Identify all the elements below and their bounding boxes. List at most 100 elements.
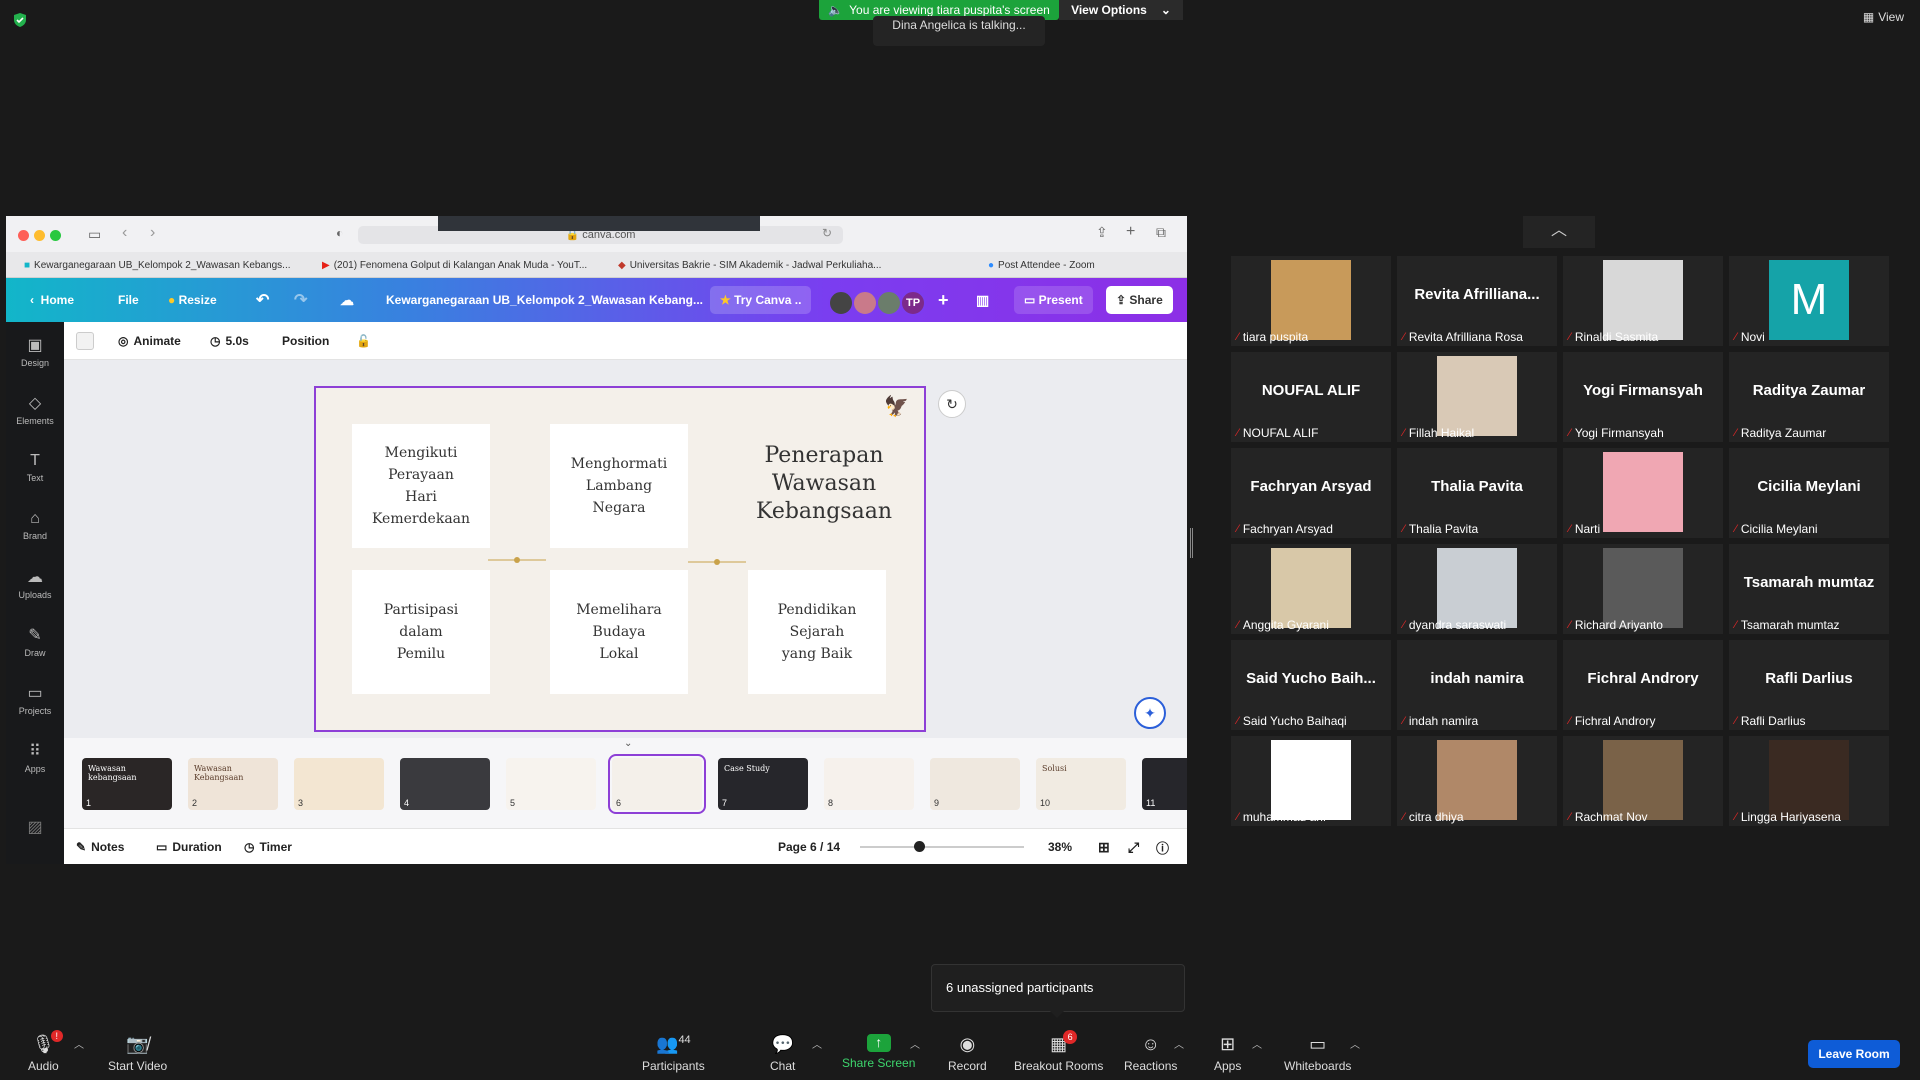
participant-tile[interactable]: Raditya Zaumar ⁄ Raditya Zaumar — [1729, 352, 1889, 442]
timer-button[interactable]: ◷ Timer — [244, 829, 292, 864]
page-thumbnail[interactable]: 8 — [824, 758, 914, 810]
sidebar-item-elements[interactable]: ◇ Elements — [6, 384, 64, 434]
collaborator-avatar[interactable] — [876, 290, 902, 316]
help-icon[interactable]: ⓘ — [1156, 829, 1169, 864]
sidebar-item-text[interactable]: T Text — [6, 442, 64, 492]
regenerate-icon[interactable]: ↻ — [938, 390, 966, 418]
participant-tile[interactable]: Said Yucho Baih... ⁄ Said Yucho Baihaqi — [1231, 640, 1391, 730]
page-thumbnail[interactable]: 4 — [400, 758, 490, 810]
zoom-level[interactable]: 38% — [1048, 829, 1072, 864]
cloud-save-icon[interactable]: ☁ — [340, 278, 354, 322]
home-button[interactable]: ‹ Home — [30, 278, 74, 322]
collaborator-avatar[interactable] — [852, 290, 878, 316]
participant-tile[interactable]: ⁄ Rinaldi Sasmita — [1563, 256, 1723, 346]
collaborator-avatar-tp[interactable]: TP — [900, 290, 926, 316]
page-thumbnail[interactable]: 11 — [1142, 758, 1187, 810]
split-divider[interactable] — [1190, 528, 1193, 558]
slide-card[interactable]: Memelihara Budaya Lokal — [550, 570, 688, 694]
sidebar-item-projects[interactable]: ▭ Projects — [6, 674, 64, 724]
participants-button[interactable]: 👥44 Participants — [642, 1034, 705, 1073]
page-thumbnail[interactable]: Solusi 10 — [1036, 758, 1126, 810]
zoom-slider-handle[interactable] — [914, 841, 925, 852]
page-thumbnail[interactable]: 6 — [608, 754, 706, 814]
resize-button[interactable]: ● Resize — [168, 278, 217, 322]
share-screen-button[interactable]: ↑ Share Screen — [842, 1034, 915, 1070]
participant-tile[interactable]: ⁄ dyandra saraswati — [1397, 544, 1557, 634]
participant-tile[interactable]: ⁄ tiara puspita — [1231, 256, 1391, 346]
fullscreen-icon[interactable]: ⤢ — [1128, 829, 1139, 864]
tab-overview-icon[interactable]: ⧉ — [1156, 224, 1166, 241]
notes-button[interactable]: ✎ Notes — [76, 829, 124, 864]
chat-button[interactable]: 💬 Chat — [770, 1034, 795, 1073]
position-button[interactable]: Position — [282, 322, 329, 360]
browser-tab-bakrie[interactable]: ◆ Universitas Bakrie - SIM Akademik - Jad… — [618, 256, 881, 274]
browser-tab-zoom[interactable]: ● Post Attendee - Zoom — [988, 256, 1095, 274]
slide-card[interactable]: Partisipasi dalam Pemilu — [352, 570, 490, 694]
insights-chart-icon[interactable]: ▥ — [976, 278, 989, 322]
participant-tile[interactable]: Rafli Darlius ⁄ Rafli Darlius — [1729, 640, 1889, 730]
page-thumbnail[interactable]: 5 — [506, 758, 596, 810]
file-menu-button[interactable]: File — [118, 278, 139, 322]
background-color-swatch[interactable] — [76, 322, 94, 360]
redo-icon[interactable]: ↷ — [294, 278, 307, 322]
page-thumbnail[interactable]: Wawasan kebangsaan 1 — [82, 758, 172, 810]
participant-tile[interactable]: ⁄ muhammad arif — [1231, 736, 1391, 826]
whiteboards-button[interactable]: ▭ Whiteboards — [1284, 1034, 1351, 1073]
page-indicator[interactable]: Page 6 / 14 — [778, 829, 840, 864]
sidebar-item-uploads[interactable]: ☁ Uploads — [6, 558, 64, 608]
share-button[interactable]: ⇪ Share — [1106, 286, 1173, 314]
add-collaborator-icon[interactable]: + — [938, 278, 949, 322]
participant-tile[interactable]: ⁄ Rachmat Nov — [1563, 736, 1723, 826]
sidebar-toggle-icon[interactable]: ▭ — [88, 226, 101, 243]
sidebar-item-draw[interactable]: ✎ Draw — [6, 616, 64, 666]
page-thumbnail[interactable]: Wawasan Kebangsaan 2 — [188, 758, 278, 810]
page-thumbnail[interactable]: 3 — [294, 758, 384, 810]
participant-tile[interactable]: ⁄ Anggita Gyarani — [1231, 544, 1391, 634]
background-pattern-icon[interactable]: ▨ — [6, 802, 64, 852]
participant-tile[interactable]: Thalia Pavita ⁄ Thalia Pavita — [1397, 448, 1557, 538]
participant-tile[interactable]: Fichral Androry ⁄ Fichral Androry — [1563, 640, 1723, 730]
current-slide[interactable]: Mengikuti Perayaan Hari Kemerdekaan Meng… — [314, 386, 926, 732]
page-thumbnail[interactable]: Case Study 7 — [718, 758, 808, 810]
participant-tile[interactable]: Fachryan Arsyad ⁄ Fachryan Arsyad — [1231, 448, 1391, 538]
minimize-window-icon[interactable] — [34, 230, 45, 241]
participant-tile[interactable]: M ⁄ Novi — [1729, 256, 1889, 346]
sidebar-item-brand[interactable]: ⌂ Brand — [6, 500, 64, 550]
gallery-scroll-up-button[interactable]: ︿ — [1523, 216, 1595, 248]
participant-tile[interactable]: ⁄ Richard Ariyanto — [1563, 544, 1723, 634]
browser-tab-youtube[interactable]: ▶ (201) Fenomena Golput di Kalangan Anak … — [322, 256, 587, 274]
breakout-rooms-button[interactable]: ▦ 6 Breakout Rooms — [1014, 1030, 1103, 1073]
share-options-chevron-icon[interactable]: ︿ — [910, 1036, 920, 1051]
slide-card[interactable]: Mengikuti Perayaan Hari Kemerdekaan — [352, 424, 490, 548]
participant-tile[interactable]: Yogi Firmansyah ⁄ Yogi Firmansyah — [1563, 352, 1723, 442]
reactions-options-chevron-icon[interactable]: ︿ — [1174, 1036, 1184, 1051]
privacy-shield-icon[interactable]: ◐ — [336, 226, 343, 240]
present-button[interactable]: ▭ Present — [1014, 286, 1093, 314]
start-video-button[interactable]: 📷̸ Start Video — [108, 1034, 167, 1073]
sidebar-item-design[interactable]: ▣ Design — [6, 326, 64, 376]
undo-icon[interactable]: ↶ — [256, 278, 269, 322]
participant-tile[interactable]: ⁄ Narti — [1563, 448, 1723, 538]
view-button[interactable]: ▦ View — [1863, 10, 1904, 24]
collaborator-avatar[interactable] — [828, 290, 854, 316]
participant-tile[interactable]: NOUFAL ALIF ⁄ NOUFAL ALIF — [1231, 352, 1391, 442]
participant-tile[interactable]: ⁄ Fillah Haikal — [1397, 352, 1557, 442]
participant-tile[interactable]: Cicilia Meylani ⁄ Cicilia Meylani — [1729, 448, 1889, 538]
reactions-button[interactable]: ☺ Reactions — [1124, 1034, 1177, 1073]
close-window-icon[interactable] — [18, 230, 29, 241]
chat-options-chevron-icon[interactable]: ︿ — [812, 1036, 822, 1051]
apps-options-chevron-icon[interactable]: ︿ — [1252, 1036, 1262, 1051]
apps-button[interactable]: ⊞ Apps — [1214, 1034, 1241, 1073]
duration-footer-button[interactable]: ▭ Duration — [156, 829, 222, 864]
whiteboards-options-chevron-icon[interactable]: ︿ — [1350, 1036, 1360, 1051]
new-tab-icon[interactable]: + — [1126, 223, 1135, 241]
share-page-icon[interactable]: ⇪ — [1096, 224, 1108, 241]
audio-options-chevron-icon[interactable]: ︿ — [74, 1036, 84, 1051]
participant-tile[interactable]: Revita Afrilliana... ⁄ Revita Afrilliana R… — [1397, 256, 1557, 346]
page-thumbnail[interactable]: 9 — [930, 758, 1020, 810]
leave-room-button[interactable]: Leave Room — [1808, 1040, 1900, 1068]
browser-tab-canva[interactable]: ■ Kewarganegaraan UB_Kelompok 2_Wawasan K… — [24, 256, 291, 274]
back-arrow-icon[interactable]: ‹ — [122, 224, 127, 242]
audio-button[interactable]: 🎙! Audio — [28, 1030, 63, 1073]
lock-icon[interactable]: 🔓 — [356, 322, 371, 360]
